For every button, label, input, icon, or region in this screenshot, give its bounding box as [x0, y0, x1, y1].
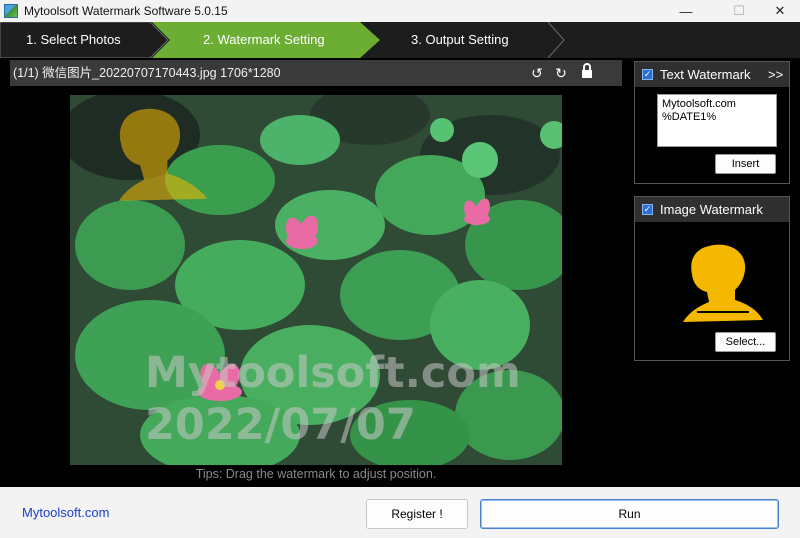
- text-watermark-checkbox[interactable]: ✓: [642, 69, 653, 80]
- select-image-button[interactable]: Select...: [715, 332, 776, 352]
- steps-bar: 1. Select Photos 2. Watermark Setting 3.…: [0, 22, 800, 58]
- image-watermark-panel: ✓ Image Watermark Select...: [634, 196, 790, 361]
- insert-button[interactable]: Insert: [715, 154, 776, 174]
- rotate-left-icon[interactable]: ↺: [528, 63, 546, 83]
- step-watermark-setting[interactable]: 2. Watermark Setting: [203, 22, 325, 58]
- close-button[interactable]: ✕: [757, 0, 800, 22]
- expand-button[interactable]: >>: [768, 62, 783, 87]
- maximize-button[interactable]: ☐: [716, 0, 762, 22]
- step-output-setting[interactable]: 3. Output Setting: [411, 22, 509, 58]
- bottom-bar: Mytoolsoft.com Register ! Run: [0, 487, 800, 538]
- tips-text: Tips: Drag the watermark to adjust posit…: [195, 467, 437, 481]
- file-label: (1/1) 微信图片_20220707170443.jpg 1706*1280: [13, 66, 281, 80]
- text-watermark-header: ✓ Text Watermark >>: [635, 62, 789, 87]
- watermark-line-2: 2022/07/07: [145, 400, 416, 450]
- image-watermark-header: ✓ Image Watermark: [635, 197, 789, 222]
- image-watermark-checkbox[interactable]: ✓: [642, 204, 653, 215]
- run-button[interactable]: Run: [480, 499, 779, 529]
- step3-chevron: [547, 22, 565, 58]
- minimize-button[interactable]: —: [663, 0, 709, 22]
- title-bar: Mytoolsoft Watermark Software 5.0.15 — ☐…: [0, 0, 800, 22]
- watermark-text-input[interactable]: Mytoolsoft.com %DATE1%: [657, 94, 777, 147]
- window-title: Mytoolsoft Watermark Software 5.0.15: [24, 4, 228, 18]
- register-button[interactable]: Register !: [366, 499, 468, 529]
- watermark-line-1: Mytoolsoft.com: [145, 348, 521, 398]
- app-icon: [4, 4, 18, 18]
- step-select-photos[interactable]: 1. Select Photos: [26, 22, 121, 58]
- watermark-silhouette-icon: [683, 244, 763, 322]
- image-watermark-title: Image Watermark: [660, 202, 763, 217]
- file-info-bar: (1/1) 微信图片_20220707170443.jpg 1706*1280 …: [10, 60, 622, 86]
- lock-icon[interactable]: [578, 63, 596, 83]
- website-link[interactable]: Mytoolsoft.com: [22, 487, 109, 538]
- photo-preview[interactable]: Mytoolsoft.com 2022/07/07: [70, 95, 562, 465]
- rotate-right-icon[interactable]: ↻: [552, 63, 570, 83]
- text-watermark-title: Text Watermark: [660, 67, 751, 82]
- text-watermark-panel: ✓ Text Watermark >> Mytoolsoft.com %DATE…: [634, 61, 790, 184]
